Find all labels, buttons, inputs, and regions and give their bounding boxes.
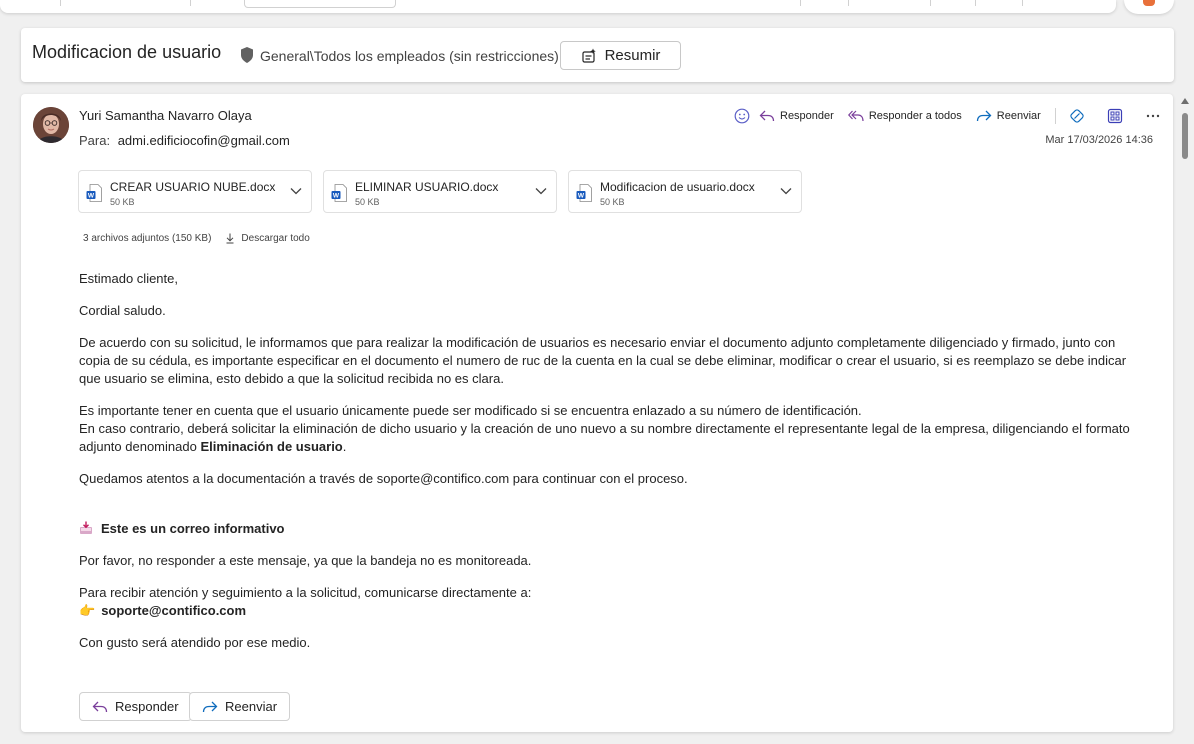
scroll-up-arrow[interactable] [1181,98,1189,104]
attachment-card[interactable]: W ELIMINAR USUARIO.docx 50 KB [323,170,557,213]
scrollbar-thumb[interactable] [1182,113,1188,159]
download-icon [226,233,234,244]
recipient-address[interactable]: admi.edificiocofin@gmail.com [118,133,290,148]
forward-icon [202,701,218,712]
no-reply-note: Por favor, no responder a este mensaje, … [79,553,532,568]
body-paragraph: De acuerdo con su solicitud, le informam… [79,335,1127,386]
loop-icon [1070,109,1084,123]
email-subject: Modificacion de usuario [32,42,222,62]
reply-all-icon [847,110,864,122]
loop-button[interactable] [1066,105,1088,127]
actions-divider [1054,108,1056,124]
recipient-line: Para: admi.edificiocofin@gmail.com [79,133,290,148]
word-doc-icon: W [331,184,347,202]
closing: Con gusto será atendido por ese medio. [79,635,311,650]
top-toolbar [0,0,1116,13]
attachment-size: 50 KB [600,197,625,207]
svg-text:W: W [333,193,340,200]
summarize-icon [581,48,596,63]
body-paragraph: Es importante tener en cuenta que el usu… [79,402,1149,456]
bottom-forward-button[interactable]: Reenviar [189,692,291,721]
reply-button[interactable]: Responder [759,109,834,123]
bottom-forward-label: Reenviar [225,699,278,714]
smiley-icon [734,108,750,124]
download-all-label: Descargar todo [241,233,310,244]
more-actions-button[interactable] [1142,105,1164,127]
email-body: Estimado cliente, Cordial saludo. De acu… [79,270,1149,666]
apps-grid-icon [1107,108,1122,124]
scrollbar[interactable] [1180,96,1190,744]
body-text: . [342,439,347,454]
message-actions: Responder Responder a todos Reenviar [731,105,1164,127]
sender-name[interactable]: Yuri Samantha Navarro Olaya [79,108,252,123]
toolbar-divider [190,0,191,6]
chevron-down-icon[interactable] [290,187,302,195]
reply-label: Responder [780,110,834,122]
attachments-count: 3 archivos adjuntos (150 KB) [83,233,212,244]
message-date: Mar 17/03/2026 14:36 [1045,134,1153,146]
info-title: Este es un correo informativo [101,521,285,536]
inbox-tray-icon [80,521,92,534]
svg-text:W: W [578,193,585,200]
summarize-button[interactable]: Resumir [560,41,681,70]
attachment-card[interactable]: W Modificacion de usuario.docx 50 KB [568,170,802,213]
word-doc-icon: W [576,184,592,202]
subject-header: Modificacion de usuario General\Todos lo… [21,28,1174,82]
toolbar-divider [848,0,849,6]
reply-icon [759,110,775,122]
toolbar-divider [1022,0,1023,6]
pointing-hand-icon: 👉 [79,603,96,618]
attachments-summary: 3 archivos adjuntos (150 KB) Descargar t… [83,233,310,244]
avatar-photo [33,107,69,143]
contact-line: Para recibir atención y seguimiento a la… [79,585,532,600]
chevron-down-icon[interactable] [535,187,547,195]
to-label: Para: [79,133,111,148]
body-text: Es importante tener en cuenta que el usu… [79,403,862,418]
attachment-name: Modificacion de usuario.docx [600,180,755,194]
forward-button[interactable]: Reenviar [976,109,1041,123]
bottom-reply-button[interactable]: Responder [79,692,192,721]
chevron-down-icon[interactable] [780,187,792,195]
attachment-name: CREAR USUARIO NUBE.docx [110,180,276,194]
form-name: Eliminación de usuario [200,439,343,454]
download-all-button[interactable]: Descargar todo [225,233,310,244]
salute: Cordial saludo. [79,303,166,318]
shield-icon [241,47,253,63]
greeting: Estimado cliente, [79,271,178,286]
avatar[interactable] [33,107,69,143]
summarize-label: Resumir [604,47,661,64]
reply-icon [92,701,108,712]
sensitivity-label[interactable]: General\Todos los empleados (sin restric… [260,48,559,64]
body-paragraph: Quedamos atentos a la documentación a tr… [79,471,688,486]
attachment-size: 50 KB [355,197,380,207]
bottom-reply-label: Responder [115,699,179,714]
svg-text:W: W [88,193,95,200]
attachment-name: ELIMINAR USUARIO.docx [355,180,499,194]
reply-all-label: Responder a todos [868,110,962,122]
apps-button[interactable] [1104,105,1126,127]
reply-all-button[interactable]: Responder a todos [847,109,962,123]
attachment-card[interactable]: W CREAR USUARIO NUBE.docx 50 KB [78,170,312,213]
forward-icon [976,110,992,122]
attachment-size: 50 KB [110,197,135,207]
app-icon [1143,0,1155,6]
message-card: Yuri Samantha Navarro Olaya Para: admi.e… [21,94,1173,732]
toolbar-divider [800,0,801,6]
more-icon [1146,114,1160,118]
app-launcher-button[interactable] [1124,0,1174,14]
contact-block: Para recibir atención y seguimiento a la… [79,584,1149,620]
info-title-line: Este es un correo informativo [79,520,1149,538]
contact-email[interactable]: soporte@contifico.com [101,603,246,618]
toolbar-divider [60,0,61,6]
toolbar-divider [975,0,976,6]
word-doc-icon: W [86,184,102,202]
toolbar-search-box[interactable] [244,0,396,8]
toolbar-divider [930,0,931,6]
forward-label: Reenviar [996,110,1041,122]
reaction-button[interactable] [731,105,753,127]
